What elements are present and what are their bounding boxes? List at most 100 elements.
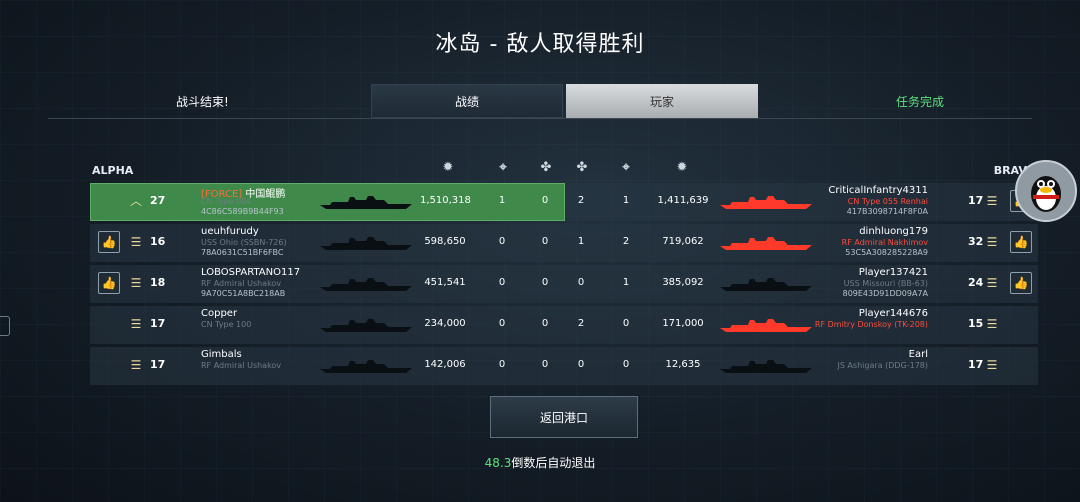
player-name: Copper (201, 308, 237, 319)
mission-status: 任务完成 (895, 95, 944, 109)
assists-value: 0 (541, 359, 549, 370)
player-level: 27 (150, 194, 166, 207)
player-row: 👍 ☰ 16 ueuhfurudy USS Ohio (SSBN-726) 78A0631… (90, 224, 1038, 262)
damage-value: 142,006 (424, 359, 466, 370)
like-button[interactable]: 👍 (1010, 272, 1032, 294)
like-button[interactable]: 👍 (98, 231, 120, 253)
damage-value: 385,092 (662, 277, 704, 288)
enemy-player-id: 809E43D91DD09A7A (842, 289, 928, 298)
damage-value: 451,541 (424, 277, 466, 288)
assists-value: 0 (541, 318, 549, 329)
player-row: 👍 ☰ 18 LOBOSPARTANO117 RF Admiral Ushakov 9A7… (90, 265, 1038, 303)
ship-name: USS Ohio (SSBN-726) (201, 238, 287, 247)
bars-rank-icon: ☰ (130, 317, 142, 331)
kills-value: 0 (498, 359, 506, 370)
enemy-player-id: 53C5A308285228A9 (845, 248, 928, 257)
damage-value: 171,000 (662, 318, 704, 329)
enemy-ship-silhouette (718, 275, 813, 295)
player-level: 18 (150, 276, 166, 289)
damage-value: 1,411,639 (657, 195, 709, 206)
enemy-player-level: 17 (968, 358, 984, 371)
player-level: 17 (150, 317, 166, 330)
bars-rank-icon: ☰ (130, 358, 142, 372)
rank-icon: ☰ (986, 276, 998, 290)
enemy-player-name: Player144676 (858, 308, 928, 319)
damage-icon: ✹ (676, 160, 688, 175)
scoreboard-header: ALPHA ✹ ⌖ ✤ ✤ ⌖ ✹ BRAVO (90, 160, 1040, 180)
player-id: 9A70C51A8BC218AB (201, 289, 286, 298)
player-name-text: Copper (201, 308, 238, 319)
enemy-ship-silhouette (718, 357, 813, 377)
enemy-player-name: Earl (908, 349, 928, 360)
rank-icon: ☰ (986, 194, 998, 208)
player-name-text: Gimbals (201, 349, 242, 360)
return-to-port-button[interactable]: 返回港口 (490, 396, 638, 438)
chevron-rank-icon: ︿ (129, 194, 142, 208)
enemy-ship-name: RF Dmitry Donskoy (TK-208) (814, 320, 928, 329)
like-button[interactable]: 👍 (98, 272, 120, 294)
kills-value: 1 (622, 195, 630, 206)
tab-divider (48, 118, 1032, 119)
damage-icon: ✹ (442, 160, 454, 175)
assists-value: 0 (577, 277, 585, 288)
team-alpha-label: ALPHA (92, 164, 134, 177)
tab-bar: 战斗结束! 战绩 玩家 任务完成 (48, 84, 1032, 119)
rank-icon: ☰ (986, 317, 998, 331)
ship-silhouette (318, 357, 413, 377)
assists-value: 0 (541, 195, 549, 206)
damage-value: 719,062 (662, 236, 704, 247)
player-id: 78A0631C51BF6FBC (201, 248, 284, 257)
kills-value: 2 (622, 236, 630, 247)
enemy-player-level: 32 (968, 235, 984, 248)
avatar[interactable] (1015, 160, 1077, 222)
kills-icon: ⌖ (499, 160, 507, 175)
enemy-ship-silhouette (718, 193, 813, 213)
like-button[interactable]: 👍 (1010, 231, 1032, 253)
enemy-ship-name: RF Admiral Nakhimov (841, 238, 928, 247)
ship-silhouette (318, 193, 413, 213)
auto-exit-countdown: 48.3倒数后自动退出 (0, 454, 1080, 471)
enemy-player-name: Player137421 (858, 267, 928, 278)
player-row: ☰ 17 Copper CN Type 100 234,000 0 0 2 0 171,000 Pl… (90, 306, 1038, 344)
player-name: Gimbals (201, 349, 242, 360)
player-row: ︿ 27 [FORCE] 中国鲲鹏 CN Type 004 4C86C589B9B44F… (90, 183, 1038, 221)
kills-value: 0 (498, 277, 506, 288)
player-name-text: LOBOSPARTANO117 (201, 267, 301, 278)
enemy-ship-name: USS Missouri (BB-63) (843, 279, 928, 288)
enemy-ship-silhouette (718, 316, 813, 336)
enemy-player-name: CriticalInfantry4311 (828, 185, 928, 196)
enemy-player-name: dinhluong179 (859, 226, 928, 237)
assists-value: 0 (577, 359, 585, 370)
enemy-ship-name: CN Type 055 Renhai (847, 197, 928, 206)
assists-value: 2 (577, 195, 585, 206)
assists-icon: ✤ (576, 160, 588, 175)
assists-value: 1 (577, 236, 585, 247)
kills-value: 0 (622, 318, 630, 329)
damage-value: 12,635 (665, 359, 701, 370)
assists-value: 0 (541, 277, 549, 288)
rank-icon: ☰ (986, 358, 998, 372)
ship-name: CN Type 004 (201, 197, 252, 206)
kills-value: 0 (498, 236, 506, 247)
ship-name: RF Admiral Ushakov (201, 279, 282, 288)
assists-value: 0 (541, 236, 549, 247)
tab-players[interactable]: 玩家 (566, 84, 758, 118)
damage-value: 1,510,318 (420, 195, 471, 206)
kills-value: 0 (622, 359, 630, 370)
countdown-seconds: 48.3 (484, 456, 512, 470)
ship-silhouette (318, 234, 413, 254)
player-id: 4C86C589B9B44F93 (201, 207, 284, 216)
bars-rank-icon: ☰ (130, 235, 142, 249)
player-name: ueuhfurudy (201, 226, 259, 237)
kills-value: 1 (498, 195, 506, 206)
player-level: 17 (150, 358, 166, 371)
enemy-player-level: 15 (968, 317, 984, 330)
ship-name: RF Admiral Ushakov (201, 361, 282, 370)
bars-rank-icon: ☰ (130, 276, 142, 290)
tab-stats[interactable]: 战绩 (371, 84, 563, 118)
player-level: 16 (150, 235, 166, 248)
enemy-player-id: 417B3098714F8F0A (846, 207, 928, 216)
side-handle[interactable] (0, 316, 10, 336)
battle-status: 战斗结束! (176, 95, 229, 109)
damage-value: 234,000 (424, 318, 466, 329)
